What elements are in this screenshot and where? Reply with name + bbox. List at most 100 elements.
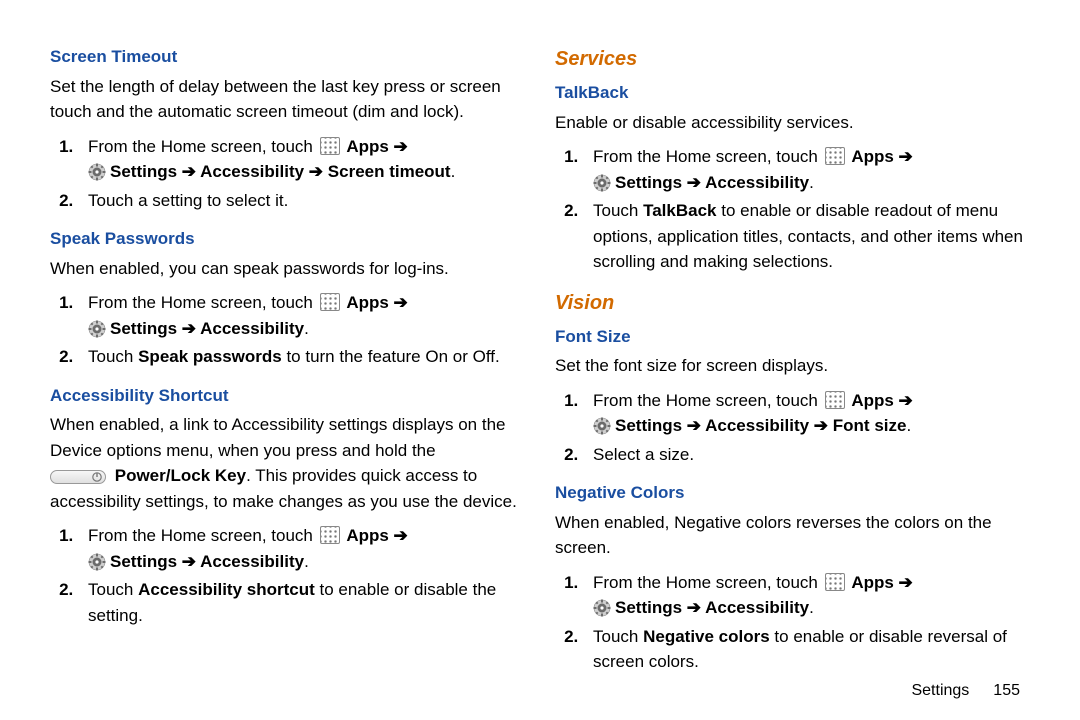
desc-accessibility-shortcut: When enabled, a link to Accessibility se… [50,412,525,514]
arrow: ➔ [177,319,200,338]
apps-icon [825,391,845,409]
gear-icon [88,320,106,338]
heading-services: Services [555,44,1030,74]
desc-font-size: Set the font size for screen displays. [555,353,1030,379]
step-text: From the Home screen, touch [593,573,823,592]
manual-page: Screen Timeout Set the length of delay b… [0,0,1080,720]
arrow: ➔ [389,526,408,545]
arrow: ➔ [894,147,913,166]
settings-label: Settings [615,598,682,617]
path-tail: Font size [833,416,907,435]
apps-label: Apps [851,147,894,166]
steps-screen-timeout: From the Home screen, touch Apps ➔ Setti… [50,131,525,217]
page-footer: Settings 155 [911,682,1020,700]
t: Touch [593,627,643,646]
arrow: ➔ [177,162,200,181]
step: Touch TalkBack to enable or disable read… [583,198,1030,275]
arrow: ➔ [389,137,408,156]
step: From the Home screen, touch Apps ➔ Setti… [583,570,1030,621]
arrow: ➔ [682,416,705,435]
arrow: ➔ [389,293,408,312]
heading-negative-colors: Negative Colors [555,480,1030,506]
gear-icon [88,553,106,571]
settings-label: Settings [110,162,177,181]
accessibility-label: Accessibility [705,173,809,192]
footer-page-number: 155 [993,682,1020,699]
left-column: Screen Timeout Set the length of delay b… [50,40,525,700]
t: to turn the feature On or Off. [282,347,500,366]
gear-icon [593,174,611,192]
t-bold: Speak passwords [138,347,282,366]
settings-label: Settings [615,173,682,192]
apps-label: Apps [851,391,894,410]
power-key-icon [50,470,106,484]
heading-vision: Vision [555,288,1030,318]
heading-talkback: TalkBack [555,80,1030,106]
path-tail: Screen timeout [328,162,451,181]
heading-accessibility-shortcut: Accessibility Shortcut [50,383,525,409]
t: Touch [88,347,138,366]
footer-label: Settings [911,682,969,699]
apps-icon [825,573,845,591]
step-text: From the Home screen, touch [88,526,318,545]
t-bold: Accessibility shortcut [138,580,315,599]
t: Touch [88,580,138,599]
settings-label: Settings [110,319,177,338]
accessibility-label: Accessibility [705,416,809,435]
arrow: ➔ [894,391,913,410]
t-bold: Negative colors [643,627,770,646]
t: When enabled, a link to Accessibility se… [50,415,505,460]
step: Touch a setting to select it. [78,188,525,214]
step: From the Home screen, touch Apps ➔ Setti… [78,134,525,185]
gear-icon [88,163,106,181]
heading-font-size: Font Size [555,324,1030,350]
step: Touch Speak passwords to turn the featur… [78,344,525,370]
desc-talkback: Enable or disable accessibility services… [555,110,1030,136]
apps-icon [320,137,340,155]
step: From the Home screen, touch Apps ➔ Setti… [78,523,525,574]
gear-icon [593,417,611,435]
accessibility-label: Accessibility [200,552,304,571]
step-text: From the Home screen, touch [593,147,823,166]
step: From the Home screen, touch Apps ➔ Setti… [78,290,525,341]
arrow: ➔ [809,416,833,435]
arrow: ➔ [894,573,913,592]
heading-speak-passwords: Speak Passwords [50,226,525,252]
step-text: From the Home screen, touch [593,391,823,410]
steps-negative-colors: From the Home screen, touch Apps ➔ Setti… [555,567,1030,678]
desc-speak-passwords: When enabled, you can speak passwords fo… [50,256,525,282]
t-bold: TalkBack [643,201,716,220]
accessibility-label: Accessibility [705,598,809,617]
gear-icon [593,599,611,617]
steps-font-size: From the Home screen, touch Apps ➔ Setti… [555,385,1030,471]
step: Touch Accessibility shortcut to enable o… [78,577,525,628]
step: Select a size. [583,442,1030,468]
right-column: Services TalkBack Enable or disable acce… [555,40,1030,700]
t: Touch [593,201,643,220]
apps-label: Apps [346,526,389,545]
desc-screen-timeout: Set the length of delay between the last… [50,74,525,125]
step: From the Home screen, touch Apps ➔ Setti… [583,388,1030,439]
apps-label: Apps [851,573,894,592]
accessibility-label: Accessibility [200,162,304,181]
apps-icon [825,147,845,165]
arrow: ➔ [177,552,200,571]
arrow: ➔ [682,598,705,617]
heading-screen-timeout: Screen Timeout [50,44,525,70]
desc-negative-colors: When enabled, Negative colors reverses t… [555,510,1030,561]
power-key-label: Power/Lock Key [115,466,246,485]
steps-speak-passwords: From the Home screen, touch Apps ➔ Setti… [50,287,525,373]
settings-label: Settings [615,416,682,435]
apps-icon [320,526,340,544]
step: Touch Negative colors to enable or disab… [583,624,1030,675]
arrow: ➔ [304,162,328,181]
step-text: From the Home screen, touch [88,293,318,312]
step: From the Home screen, touch Apps ➔ Setti… [583,144,1030,195]
apps-label: Apps [346,137,389,156]
apps-label: Apps [346,293,389,312]
apps-icon [320,293,340,311]
accessibility-label: Accessibility [200,319,304,338]
arrow: ➔ [682,173,705,192]
steps-accessibility-shortcut: From the Home screen, touch Apps ➔ Setti… [50,520,525,631]
settings-label: Settings [110,552,177,571]
